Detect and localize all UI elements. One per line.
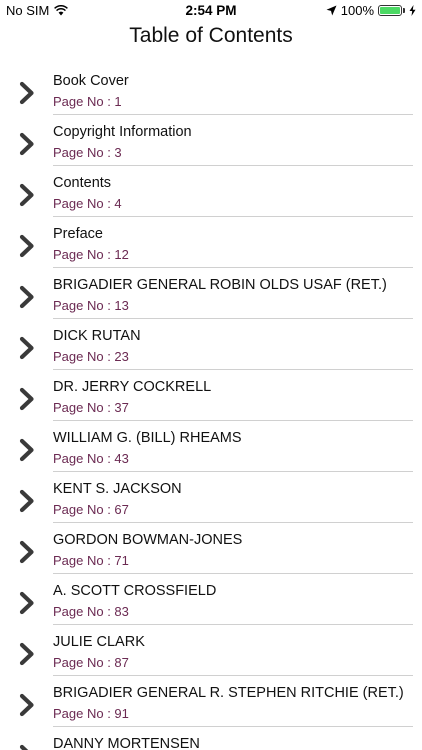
toc-row[interactable]: DR. JERRY COCKRELL Page No : 37 — [0, 370, 422, 421]
charging-bolt-icon — [409, 5, 416, 16]
toc-item-page: Page No : 3 — [53, 145, 122, 160]
toc-row[interactable]: BRIGADIER GENERAL R. STEPHEN RITCHIE (RE… — [0, 676, 422, 727]
status-right: 100% — [326, 3, 416, 18]
battery-percent: 100% — [340, 3, 374, 18]
toc-row[interactable]: DICK RUTAN Page No : 23 — [0, 319, 422, 370]
toc-item-page: Page No : 12 — [53, 247, 129, 262]
chevron-right-icon — [19, 693, 34, 717]
chevron-right-icon — [19, 132, 34, 156]
chevron-right-icon — [19, 387, 34, 411]
chevron-right-icon — [19, 540, 34, 564]
toc-item-title: DR. JERRY COCKRELL — [53, 379, 212, 395]
toc-item-title: A. SCOTT CROSSFIELD — [53, 583, 217, 599]
toc-item-title: Book Cover — [53, 73, 129, 89]
toc-item-title: WILLIAM G. (BILL) RHEAMS — [53, 430, 242, 446]
toc-row[interactable]: Copyright Information Page No : 3 — [0, 115, 422, 166]
location-arrow-icon — [326, 5, 337, 16]
toc-item-title: Contents — [53, 175, 112, 191]
chevron-right-icon — [19, 591, 34, 615]
chevron-right-icon — [19, 438, 34, 462]
toc-item-page: Page No : 4 — [53, 196, 122, 211]
toc-item-title: Copyright Information — [53, 124, 192, 140]
toc-row[interactable]: Contents Page No : 4 — [0, 166, 422, 217]
toc-row[interactable]: KENT S. JACKSON Page No : 67 — [0, 472, 422, 523]
chevron-right-icon — [19, 183, 34, 207]
toc-item-title: Preface — [53, 226, 103, 242]
toc-item-page: Page No : 23 — [53, 349, 129, 364]
toc-item-title: JULIE CLARK — [53, 634, 145, 650]
toc-item-page: Page No : 71 — [53, 553, 129, 568]
toc-item-title: DICK RUTAN — [53, 328, 141, 344]
toc-item-title: BRIGADIER GENERAL ROBIN OLDS USAF (RET.) — [53, 277, 387, 293]
page-title: Table of Contents — [129, 24, 293, 47]
toc-list: Book Cover Page No : 1 Copyright Informati… — [0, 64, 422, 750]
toc-row[interactable]: GORDON BOWMAN-JONES Page No : 71 — [0, 523, 422, 574]
toc-item-page: Page No : 83 — [53, 604, 129, 619]
toc-row[interactable]: JULIE CLARK Page No : 87 — [0, 625, 422, 676]
battery-icon — [378, 5, 405, 16]
chevron-right-icon — [19, 489, 34, 513]
chevron-right-icon — [19, 234, 34, 258]
chevron-right-icon — [19, 81, 34, 105]
toc-item-title: KENT S. JACKSON — [53, 481, 182, 497]
chevron-right-icon — [19, 642, 34, 666]
toc-row[interactable]: BRIGADIER GENERAL ROBIN OLDS USAF (RET.)… — [0, 268, 422, 319]
toc-item-page: Page No : 87 — [53, 655, 129, 670]
chevron-right-icon — [19, 285, 34, 309]
chevron-right-icon — [19, 744, 29, 750]
toc-item-title: BRIGADIER GENERAL R. STEPHEN RITCHIE (RE… — [53, 685, 404, 701]
toc-item-page: Page No : 37 — [53, 400, 129, 415]
battery-fill — [380, 7, 400, 14]
toc-item-title: GORDON BOWMAN-JONES — [53, 532, 243, 548]
toc-row[interactable]: A. SCOTT CROSSFIELD Page No : 83 — [0, 574, 422, 625]
status-bar: No SIM 2:54 PM 100% — [0, 0, 422, 22]
toc-item-page: Page No : 1 — [53, 94, 122, 109]
toc-row[interactable]: Preface Page No : 12 — [0, 217, 422, 268]
toc-item-page: Page No : 13 — [53, 298, 129, 313]
toc-row[interactable]: Book Cover Page No : 1 — [0, 64, 422, 115]
toc-item-page: Page No : 67 — [53, 502, 129, 517]
toc-row[interactable]: WILLIAM G. (BILL) RHEAMS Page No : 43 — [0, 421, 422, 472]
toc-item-title: DANNY MORTENSEN — [53, 736, 200, 750]
toc-item-page: Page No : 43 — [53, 451, 129, 466]
chevron-right-icon — [19, 336, 34, 360]
toc-row[interactable]: DANNY MORTENSEN — [0, 727, 422, 750]
toc-item-page: Page No : 91 — [53, 706, 129, 721]
